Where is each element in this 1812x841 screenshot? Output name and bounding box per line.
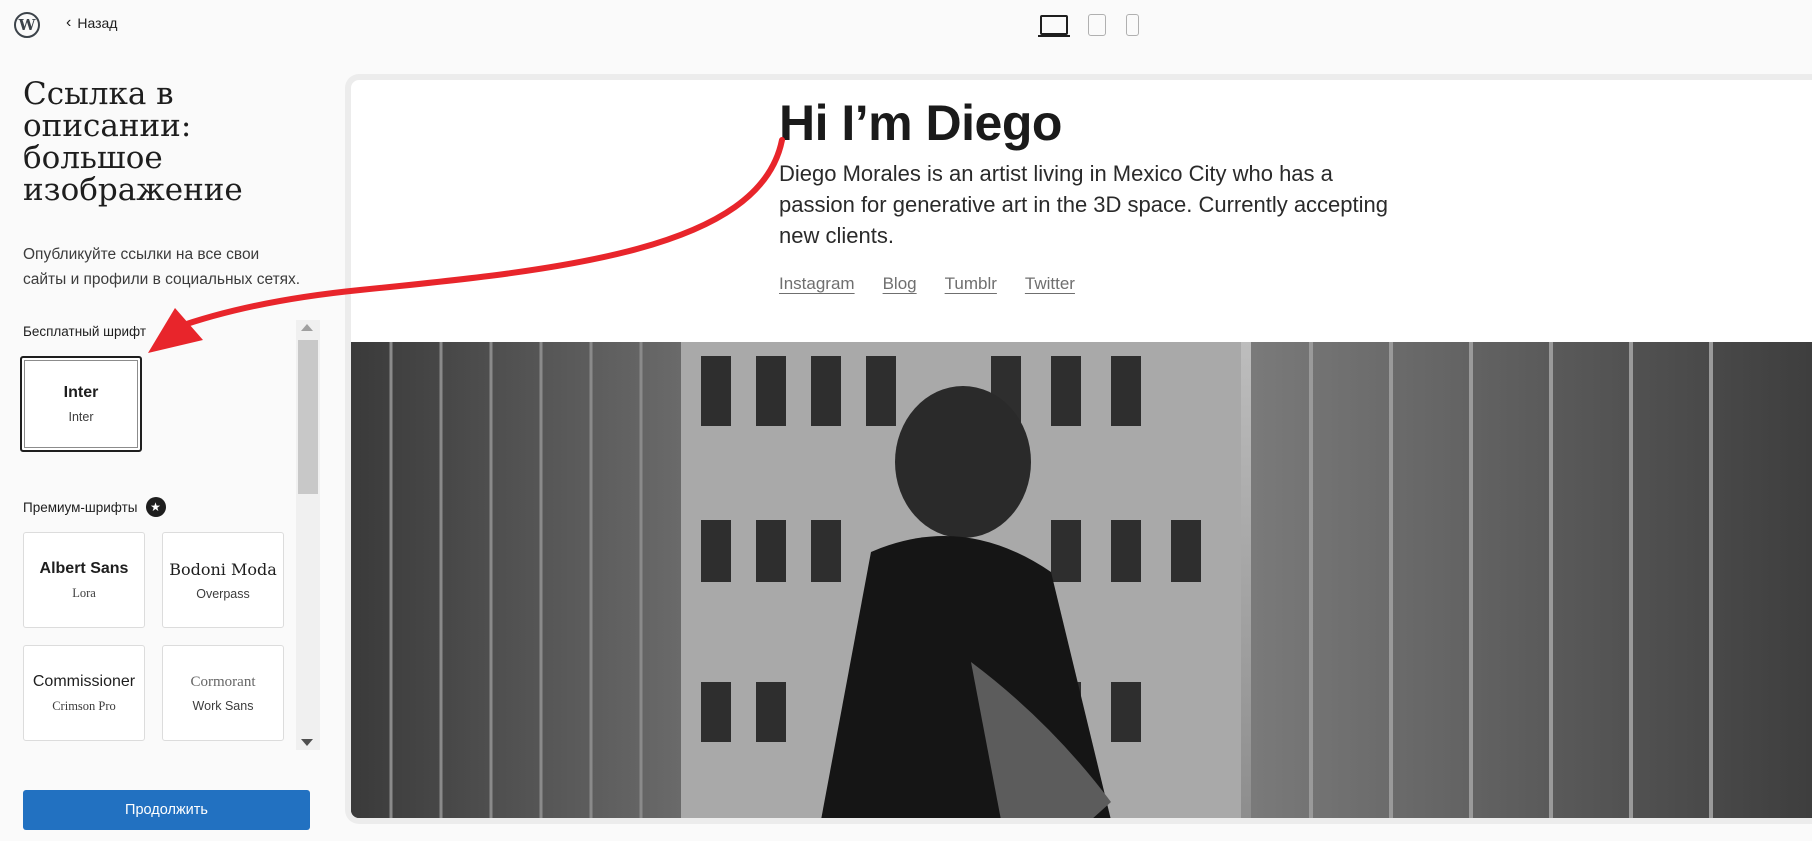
link-blog[interactable]: Blog [883, 274, 917, 294]
font-card-body: Overpass [196, 586, 250, 601]
scroll-thumb[interactable] [298, 340, 318, 494]
phone-icon[interactable] [1126, 14, 1139, 36]
back-button[interactable]: ‹ Назад [66, 14, 117, 32]
premium-fonts-label-text: Премиум-шрифты [23, 499, 138, 515]
font-card-heading: Albert Sans [39, 559, 129, 577]
link-tumblr[interactable]: Tumblr [945, 274, 997, 294]
hero-image [351, 342, 1812, 818]
font-card-body: Inter [68, 410, 94, 424]
font-card-bodoni-moda[interactable]: Bodoni Moda Overpass [162, 532, 284, 628]
wordpress-logo-icon[interactable]: W [14, 12, 40, 38]
link-twitter[interactable]: Twitter [1025, 274, 1075, 294]
site-preview: Hi I’m Diego Diego Morales is an artist … [345, 74, 1812, 824]
preview-links: Instagram Blog Tumblr Twitter [779, 274, 1075, 294]
free-font-label: Бесплатный шрифт [23, 324, 147, 339]
font-card-cormorant[interactable]: Cormorant Work Sans [162, 645, 284, 741]
scroll-up-icon[interactable] [301, 324, 313, 331]
preview-title: Hi I’m Diego [779, 95, 1062, 151]
chevron-left-icon: ‹ [66, 14, 72, 31]
device-switcher [1038, 14, 1139, 37]
font-card-body: Work Sans [192, 698, 254, 713]
premium-fonts-label: Премиум-шрифты ★ [23, 497, 166, 517]
hero-image-illustration [351, 342, 1812, 818]
font-card-commissioner[interactable]: Commissioner Crimson Pro [23, 645, 145, 741]
back-label: Назад [77, 15, 118, 31]
font-card-heading: Commissioner [32, 672, 136, 690]
sidebar-description: Опубликуйте ссылки на все свои сайты и п… [23, 246, 301, 288]
desktop-icon[interactable] [1038, 15, 1070, 37]
font-card-inter[interactable]: Inter Inter [20, 356, 142, 452]
font-card-body: Crimson Pro [52, 698, 116, 713]
sidebar-title: Ссылка в описании: большое изображение [23, 76, 243, 208]
font-list-scrollbar[interactable] [296, 320, 320, 750]
scroll-down-icon[interactable] [301, 739, 313, 746]
font-card-heading: Cormorant [190, 673, 256, 690]
preview-description: Diego Morales is an artist living in Mex… [779, 161, 1388, 248]
continue-button[interactable]: Продолжить [23, 790, 310, 830]
font-card-albert-sans[interactable]: Albert Sans Lora [23, 532, 145, 628]
font-card-heading: Inter [63, 384, 99, 401]
font-card-heading: Bodoni Moda [169, 559, 277, 579]
tablet-icon[interactable] [1088, 14, 1106, 36]
font-card-body: Lora [72, 585, 96, 600]
sidebar: Ссылка в описании: большое изображение О… [0, 48, 330, 841]
link-instagram[interactable]: Instagram [779, 274, 855, 294]
top-bar: W ‹ Назад [0, 0, 1812, 48]
star-icon: ★ [145, 497, 166, 517]
